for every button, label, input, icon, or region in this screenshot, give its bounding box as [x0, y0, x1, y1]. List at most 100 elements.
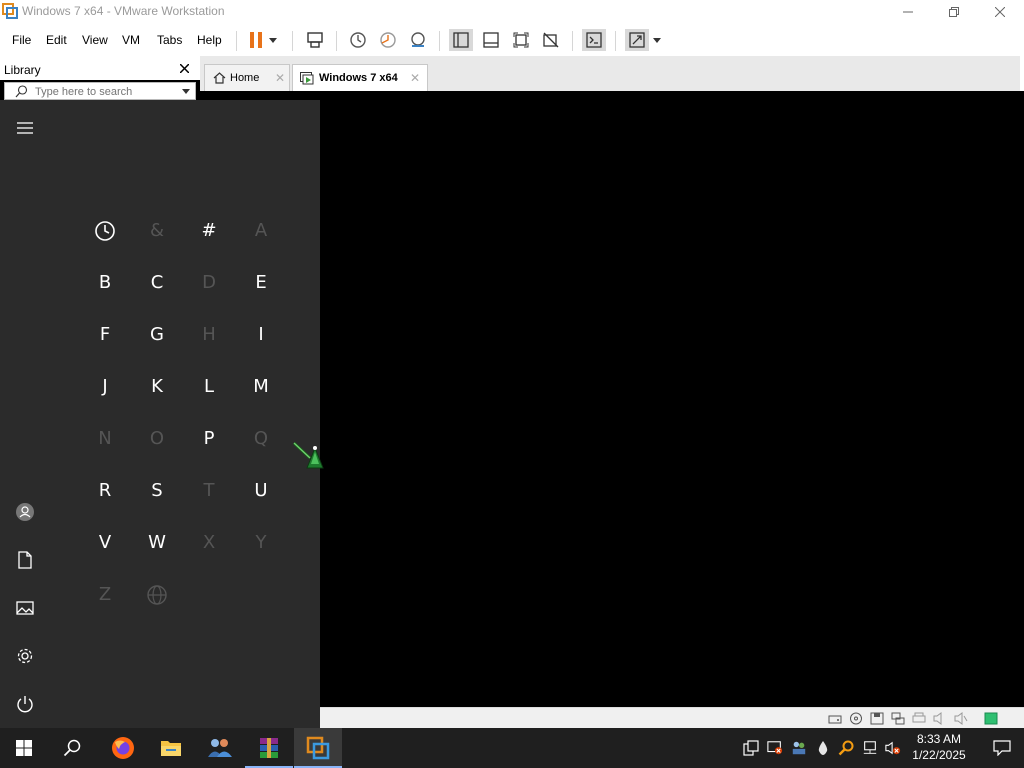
jump-letter: A	[254, 220, 268, 241]
menu-vm[interactable]: VM	[122, 33, 140, 47]
search-icon	[63, 739, 81, 757]
user-icon	[16, 503, 34, 521]
tab-windows7[interactable]: Windows 7 x64 ✕	[292, 64, 428, 91]
jump-letter[interactable]: I	[246, 320, 276, 350]
printer-icon[interactable]	[912, 712, 926, 725]
pictures-button[interactable]	[14, 597, 36, 619]
jump-letter[interactable]: #	[194, 216, 224, 246]
tray-clock[interactable]: 8:33 AM 1/22/2025	[905, 731, 973, 763]
send-ctrl-alt-del-button[interactable]	[303, 29, 327, 51]
settings-icon	[17, 648, 33, 664]
show-library-button[interactable]	[449, 29, 473, 51]
revert-snapshot-button[interactable]	[376, 29, 400, 51]
jump-letter[interactable]: E	[246, 268, 276, 298]
tray-drop-app[interactable]	[815, 740, 831, 756]
jump-letter[interactable]: B	[90, 268, 120, 298]
tray-network-users[interactable]	[791, 740, 807, 756]
sound-card-icon[interactable]	[933, 712, 947, 725]
jump-letter[interactable]: F	[90, 320, 120, 350]
floppy-icon[interactable]	[870, 712, 884, 725]
network-adapter-icon[interactable]	[891, 712, 905, 725]
pause-vm-button[interactable]	[244, 29, 268, 51]
menu-help[interactable]: Help	[197, 33, 222, 47]
jump-letter[interactable]: R	[90, 476, 120, 506]
tray-task-view[interactable]	[743, 740, 759, 756]
search-dropdown-icon[interactable]	[182, 89, 190, 94]
snapshot-manager-button[interactable]	[406, 29, 430, 51]
vm-console[interactable]	[200, 91, 1024, 707]
jump-letter[interactable]: V	[90, 528, 120, 558]
user-account-button[interactable]	[14, 501, 36, 523]
chevron-down-icon	[269, 37, 277, 43]
console-icon	[586, 32, 602, 48]
menu-file[interactable]: File	[12, 33, 31, 47]
tray-network[interactable]	[862, 740, 878, 756]
tab-windows7-close-icon[interactable]: ✕	[410, 71, 420, 85]
jump-letter[interactable]: J	[90, 372, 120, 402]
vmware-app-icon	[2, 3, 18, 19]
jump-letter[interactable]: C	[142, 268, 172, 298]
tabstrip-edge	[1020, 56, 1024, 91]
power-button[interactable]	[14, 693, 36, 715]
usb-device-icon[interactable]	[954, 712, 968, 725]
jump-letter[interactable]: P	[194, 424, 224, 454]
library-close-button[interactable]	[179, 62, 190, 76]
thumbnail-bar-icon	[483, 32, 499, 48]
menu-tabs[interactable]: Tabs	[157, 33, 182, 47]
console-view-button[interactable]	[582, 29, 606, 51]
toolbar-separator	[572, 31, 573, 51]
start-menu-expand-button[interactable]	[14, 117, 36, 139]
close-icon	[995, 7, 1005, 17]
jump-letter[interactable]: S	[142, 476, 172, 506]
start-button[interactable]	[0, 728, 48, 768]
hard-disk-icon[interactable]	[828, 712, 842, 725]
message-log-icon[interactable]	[984, 712, 998, 725]
search-button[interactable]	[48, 728, 96, 768]
cd-dvd-icon[interactable]	[849, 712, 863, 725]
restore-button[interactable]	[931, 0, 977, 24]
clock-date: 1/22/2025	[912, 748, 966, 762]
toolbar-separator	[615, 31, 616, 51]
stretch-guest-button[interactable]	[625, 29, 649, 51]
documents-button[interactable]	[14, 549, 36, 571]
jump-letter[interactable]: W	[142, 528, 172, 558]
droplet-icon	[818, 741, 828, 755]
taskbar-file-explorer[interactable]	[147, 728, 195, 768]
jump-letter: O	[149, 428, 165, 449]
power-dropdown-button[interactable]	[266, 29, 280, 51]
jump-letter[interactable]: G	[142, 320, 172, 350]
tab-home-close-icon[interactable]: ✕	[275, 71, 285, 85]
snapshot-clock-icon	[350, 32, 366, 48]
action-center-button[interactable]	[980, 728, 1024, 768]
unity-button[interactable]	[539, 29, 563, 51]
jump-letter[interactable]: M	[246, 372, 276, 402]
settings-button[interactable]	[14, 645, 36, 667]
send-keys-icon	[307, 32, 323, 48]
jump-letter[interactable]: U	[246, 476, 276, 506]
notification-icon	[993, 740, 1011, 756]
jump-letter[interactable]: L	[194, 372, 224, 402]
close-button[interactable]	[977, 0, 1023, 24]
tab-home[interactable]: Home ✕	[204, 64, 290, 91]
library-search-input[interactable]	[35, 84, 175, 99]
jump-recent-clock-icon[interactable]	[90, 216, 120, 246]
taskbar-vmware[interactable]	[294, 728, 342, 768]
jump-letter: T	[203, 480, 215, 501]
tray-search-tool[interactable]	[838, 740, 854, 756]
taskbar-firefox[interactable]	[99, 728, 147, 768]
library-header: Library	[0, 56, 200, 80]
taskbar-people-app[interactable]	[196, 728, 244, 768]
snapshot-button[interactable]	[346, 29, 370, 51]
menu-edit[interactable]: Edit	[46, 33, 67, 47]
full-screen-button[interactable]	[509, 29, 533, 51]
tray-volume[interactable]	[885, 740, 901, 756]
toolbar-separator	[292, 31, 293, 51]
taskbar-winrar[interactable]	[245, 728, 293, 768]
jump-letter[interactable]: K	[142, 372, 172, 402]
thumbnail-bar-button[interactable]	[479, 29, 503, 51]
library-search-box[interactable]	[4, 82, 196, 100]
minimize-button[interactable]	[885, 0, 931, 24]
stretch-dropdown-button[interactable]	[650, 29, 664, 51]
tray-security-alert[interactable]	[767, 740, 783, 756]
menu-view[interactable]: View	[82, 33, 108, 47]
